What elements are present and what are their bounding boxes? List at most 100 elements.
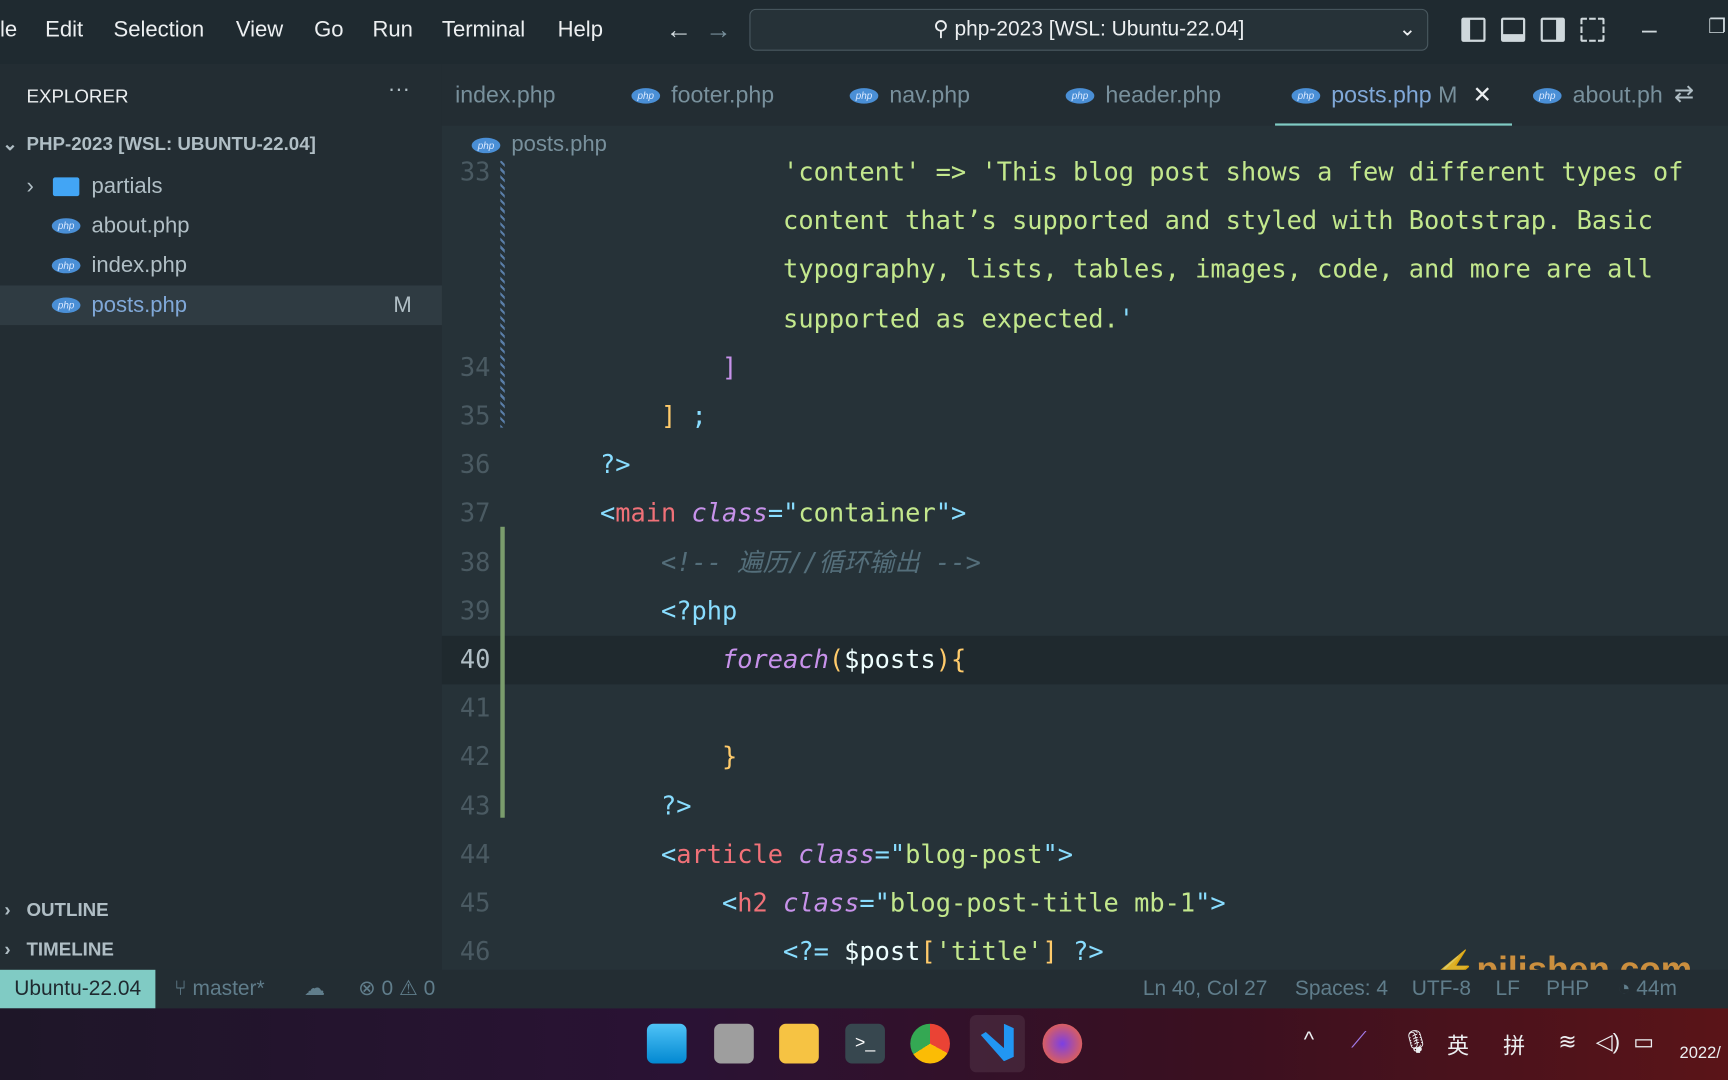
code-line[interactable]: supported as expected.' bbox=[442, 295, 1728, 343]
clock-date[interactable]: 2022/ bbox=[1680, 1044, 1721, 1063]
code-token: class bbox=[767, 889, 860, 918]
tab-posts[interactable]: php posts.php M ✕ bbox=[1275, 64, 1512, 126]
code-text: <!-- 遍历//循环输出 --> bbox=[539, 538, 981, 586]
tab-index[interactable]: index.php bbox=[455, 64, 555, 126]
code-line[interactable]: 39 <?php bbox=[442, 587, 1728, 635]
volume-icon[interactable]: ◁) bbox=[1596, 1028, 1620, 1056]
ime-language[interactable]: 英 bbox=[1447, 1028, 1469, 1060]
tree-item-index[interactable]: php index.php bbox=[0, 246, 442, 286]
menu-selection[interactable]: Selection bbox=[114, 18, 205, 43]
compare-changes-icon[interactable]: ⇄ bbox=[1674, 79, 1694, 108]
code-text: ?> bbox=[539, 441, 631, 489]
more-actions-icon[interactable]: ··· bbox=[388, 77, 410, 102]
windows-taskbar: >_ ^ ⟋ 🎙 英 拼 ≋ ◁) ▭ 2022/ bbox=[0, 1008, 1728, 1080]
vscode-window: le Edit Selection View Go Run Terminal H… bbox=[0, 0, 1728, 1080]
chevron-right-icon: › bbox=[4, 938, 11, 960]
restore-icon[interactable]: ❐ bbox=[1708, 15, 1726, 38]
menu-edit[interactable]: Edit bbox=[45, 18, 83, 43]
task-view-icon[interactable] bbox=[714, 1023, 754, 1064]
code-token: blog-post-title mb-1 bbox=[889, 889, 1196, 918]
ime-mode[interactable]: 拼 bbox=[1503, 1028, 1525, 1060]
wifi-icon[interactable]: ≋ bbox=[1558, 1028, 1576, 1056]
code-token: ] bbox=[660, 402, 677, 431]
workspace-folder[interactable]: ⌄ PHP-2023 [WSL: UBUNTU-22.04] bbox=[0, 133, 316, 155]
language-mode[interactable]: PHP bbox=[1546, 970, 1589, 1009]
windows-start-icon[interactable] bbox=[646, 1023, 687, 1064]
outline-section[interactable]: › OUTLINE bbox=[0, 899, 109, 921]
line-number: 37 bbox=[459, 499, 491, 529]
firefox-icon[interactable] bbox=[1042, 1023, 1083, 1064]
code-line[interactable]: 43 ?> bbox=[442, 782, 1728, 830]
remote-indicator[interactable]: Ubuntu-22.04 bbox=[0, 969, 156, 1009]
code-text: <main class="container"> bbox=[539, 490, 966, 538]
code-line[interactable]: 44 <article class="blog-post"> bbox=[442, 831, 1728, 879]
tree-item-about[interactable]: php about.php bbox=[0, 206, 442, 246]
tab-label: index.php bbox=[455, 82, 556, 108]
close-icon[interactable]: ✕ bbox=[1473, 83, 1492, 108]
problems-indicator[interactable]: ⊗ 0 ⚠ 0 bbox=[358, 970, 435, 1009]
tray-overflow-icon[interactable]: ^ bbox=[1304, 1028, 1314, 1053]
code-line[interactable]: 36 ?> bbox=[442, 441, 1728, 489]
code-text: typography, lists, tables, images, code,… bbox=[539, 246, 1653, 294]
menu-file[interactable]: le bbox=[0, 18, 17, 43]
toggle-secondary-sidebar-icon[interactable] bbox=[1540, 17, 1565, 42]
end-of-line[interactable]: LF bbox=[1495, 970, 1519, 1009]
microphone-icon[interactable]: 🎙 bbox=[1402, 1028, 1430, 1056]
php-file-icon: php bbox=[1065, 88, 1095, 105]
tree-item-partials[interactable]: › partials bbox=[0, 166, 442, 206]
menu-terminal[interactable]: Terminal bbox=[442, 18, 525, 43]
breadcrumb[interactable]: php posts.php bbox=[471, 132, 607, 157]
timeline-section[interactable]: › TIMELINE bbox=[0, 938, 113, 961]
code-line[interactable]: 33 'content' => 'This blog post shows a … bbox=[442, 161, 1728, 197]
code-line[interactable]: 41 bbox=[442, 685, 1728, 733]
branch-indicator[interactable]: ⑂ master* bbox=[174, 970, 265, 1009]
customize-layout-icon[interactable] bbox=[1580, 17, 1605, 42]
code-token: "> bbox=[1195, 889, 1226, 918]
toggle-sidebar-icon[interactable] bbox=[1461, 17, 1486, 42]
tab-about[interactable]: php about.ph bbox=[1532, 64, 1665, 126]
minimize-icon[interactable]: – bbox=[1642, 15, 1657, 46]
forward-arrow-icon[interactable]: → bbox=[705, 15, 731, 46]
line-number: 34 bbox=[459, 353, 491, 383]
code-line[interactable]: content that’s supported and styled with… bbox=[442, 197, 1728, 245]
terminal-icon[interactable]: >_ bbox=[845, 1023, 885, 1064]
code-line[interactable]: 40 foreach($posts){ bbox=[441, 635, 1728, 685]
back-arrow-icon[interactable]: ← bbox=[666, 15, 692, 46]
time-tracker[interactable]: ◔ 44m bbox=[1618, 970, 1677, 1009]
chrome-icon[interactable] bbox=[910, 1023, 950, 1064]
menu-run[interactable]: Run bbox=[372, 18, 412, 43]
tab-footer[interactable]: php footer.php bbox=[631, 64, 774, 126]
command-center-search[interactable]: ⚲ php-2023 [WSL: Ubuntu-22.04] ⌄ bbox=[749, 8, 1429, 51]
outline-label: OUTLINE bbox=[26, 899, 109, 921]
toggle-panel-icon[interactable] bbox=[1500, 17, 1526, 42]
tree-item-posts[interactable]: php posts.php M bbox=[0, 285, 442, 326]
chevron-down-icon[interactable]: ⌄ bbox=[1399, 10, 1417, 50]
tab-header[interactable]: php header.php bbox=[1065, 64, 1221, 126]
indentation[interactable]: Spaces: 4 bbox=[1295, 970, 1388, 1009]
code-line[interactable]: typography, lists, tables, images, code,… bbox=[442, 246, 1728, 294]
code-line[interactable]: 37 <main class="container"> bbox=[442, 490, 1728, 538]
breadcrumb-file: posts.php bbox=[511, 132, 607, 157]
file-explorer-icon[interactable] bbox=[779, 1023, 819, 1064]
code-line[interactable]: 35 ] ; bbox=[442, 392, 1728, 440]
code-token: <?= bbox=[538, 938, 845, 967]
feather-app-icon[interactable]: ⟋ bbox=[1351, 1028, 1366, 1053]
code-editor[interactable]: 33 'content' => 'This blog post shows a … bbox=[441, 161, 1728, 970]
encoding[interactable]: UTF-8 bbox=[1412, 970, 1471, 1009]
menu-help[interactable]: Help bbox=[558, 18, 603, 43]
php-file-icon: php bbox=[849, 88, 879, 105]
code-line[interactable]: 34 ] bbox=[442, 344, 1728, 392]
code-token: <?php bbox=[538, 597, 738, 626]
menu-go[interactable]: Go bbox=[314, 18, 343, 43]
code-line[interactable]: 45 <h2 class="blog-post-title mb-1"> bbox=[442, 879, 1728, 927]
vscode-taskbar-button[interactable] bbox=[969, 1014, 1025, 1073]
cursor-position[interactable]: Ln 40, Col 27 bbox=[1143, 970, 1268, 1009]
line-number: 40 bbox=[459, 645, 491, 675]
menu-view[interactable]: View bbox=[236, 18, 283, 43]
code-line[interactable]: 38 <!-- 遍历//循环输出 --> bbox=[442, 538, 1728, 586]
code-line[interactable]: 42 } bbox=[442, 733, 1728, 781]
battery-icon[interactable]: ▭ bbox=[1633, 1028, 1654, 1056]
status-bar: Ubuntu-22.04 ⑂ master* ☁ ⊗ 0 ⚠ 0 Ln 40, … bbox=[0, 969, 1728, 1009]
tab-nav[interactable]: php nav.php bbox=[849, 64, 970, 126]
sync-cloud-icon[interactable]: ☁ bbox=[304, 970, 325, 1009]
